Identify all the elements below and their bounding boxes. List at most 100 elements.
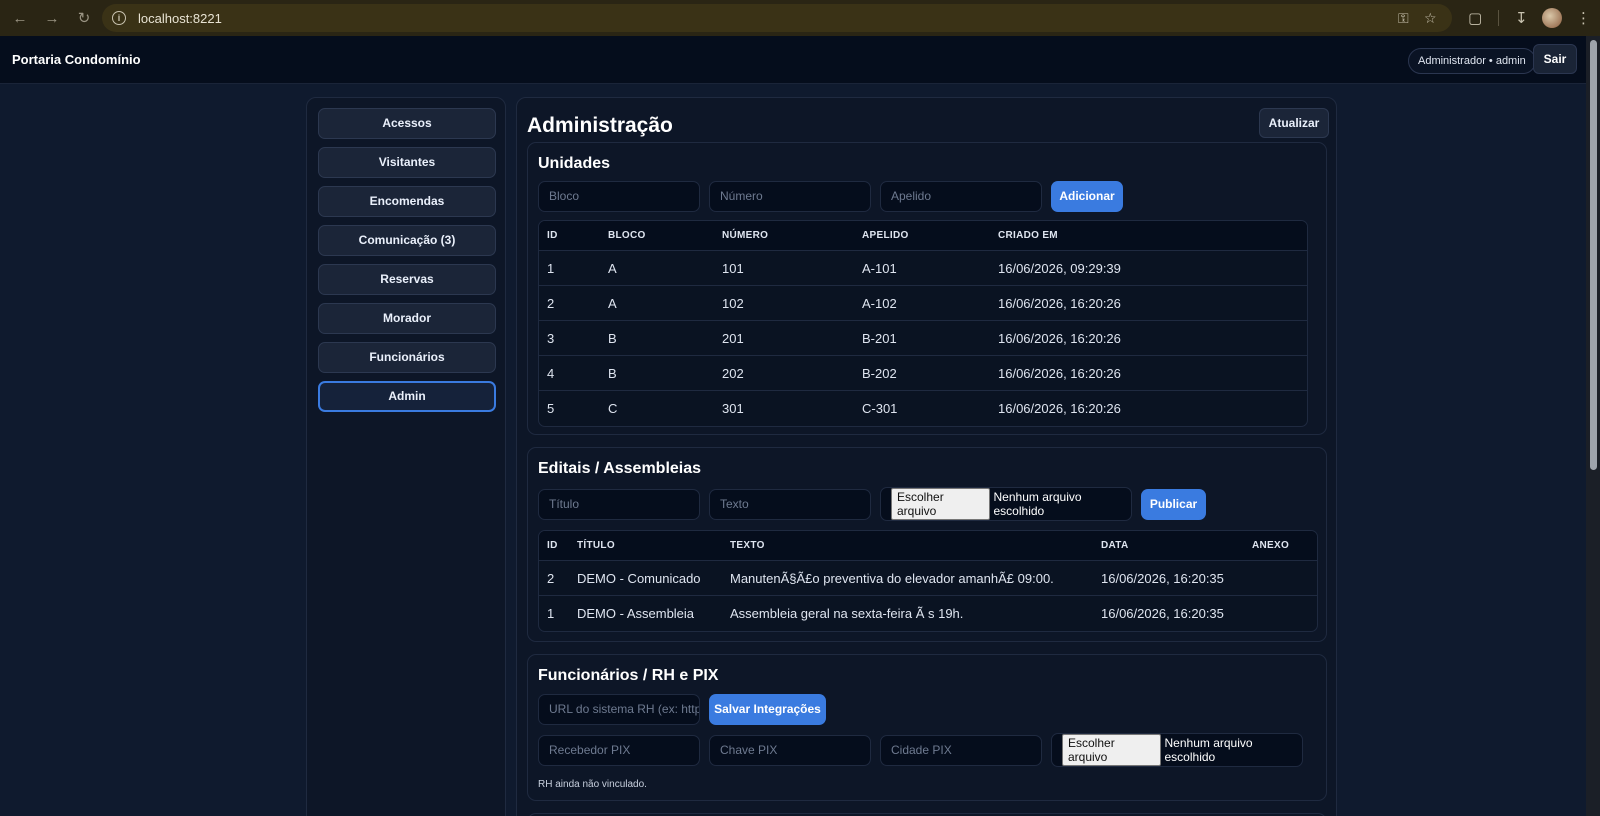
refresh-button[interactable]: Atualizar [1259,108,1329,138]
table-header: ID TÍTULO TEXTO DATA ANEXO [539,531,1317,561]
scrollbar-thumb[interactable] [1590,40,1597,470]
cell-id: 1 [547,606,555,621]
address-bar[interactable]: i localhost:8221 ⚿ ☆ [102,4,1452,32]
edital-file-input[interactable]: Escolher arquivo Nenhum arquivo escolhid… [880,487,1132,521]
cell-id: 3 [547,331,555,346]
col-apelido: APELIDO [862,230,909,241]
cell-bloco: A [608,296,617,311]
user-badge: Administrador • admin [1408,48,1536,74]
cell-texto: Assembleia geral na sexta-feira Ã s 19h. [730,606,964,621]
col-texto: TEXTO [730,540,765,551]
cell-apelido: B-201 [862,331,897,346]
back-icon[interactable]: ← [4,0,36,36]
cell-numero: 202 [722,366,744,381]
cell-titulo: DEMO - Assembleia [577,606,695,621]
address-url: localhost:8221 [138,10,222,26]
rh-status-note: RH ainda não vinculado. [538,779,647,790]
pix-file-input[interactable]: Escolher arquivo Nenhum arquivo escolhid… [1051,733,1303,767]
bloco-input[interactable]: Bloco [538,181,700,212]
download-icon[interactable]: ↧ [1515,0,1528,36]
col-id: ID [547,540,558,551]
cell-id: 2 [547,296,555,311]
chave-pix-input[interactable]: Chave PIX [709,735,871,766]
editais-table: ID TÍTULO TEXTO DATA ANEXO 2 DEMO - Comu… [538,530,1318,632]
sidebar-item-funcionarios[interactable]: Funcionários [318,342,496,373]
forward-icon[interactable]: → [36,0,68,36]
col-criado-em: CRIADO EM [998,230,1058,241]
funcionarios-card: Funcionários / RH e PIX URL do sistema R… [527,654,1327,801]
cell-bloco: A [608,261,617,276]
page-title: Administração [527,114,673,137]
texto-input[interactable]: Texto [709,489,871,520]
numero-input[interactable]: Número [709,181,871,212]
apelido-input[interactable]: Apelido [880,181,1042,212]
cell-id: 4 [547,366,555,381]
sidebar-item-comunicacao[interactable]: Comunicação (3) [318,225,496,256]
cell-titulo: DEMO - Comunicado [577,571,701,586]
funcionarios-title: Funcionários / RH e PIX [538,667,719,684]
cell-bloco: B [608,331,617,346]
file-status: Nenhum arquivo escolhido [993,490,1082,518]
choose-file-button[interactable]: Escolher arquivo [891,488,990,520]
table-row: 1 A 101 A-101 16/06/2026, 09:29:39 [539,251,1307,286]
cell-id: 5 [547,401,555,416]
sidebar: Acessos Visitantes Encomendas Comunicaçã… [306,97,506,816]
cidade-pix-input[interactable]: Cidade PIX [880,735,1042,766]
add-unit-button[interactable]: Adicionar [1051,181,1123,212]
rh-url-input[interactable]: URL do sistema RH (ex: http [538,694,700,725]
star-icon[interactable]: ☆ [1424,4,1437,32]
key-icon[interactable]: ⚿ [1398,4,1409,32]
unidades-table: ID BLOCO NÚMERO APELIDO CRIADO EM 1 A 10… [538,220,1308,427]
table-row: 1 DEMO - Assembleia Assembleia geral na … [539,596,1317,631]
cell-criado-em: 16/06/2026, 09:29:39 [998,261,1121,276]
file-status: Nenhum arquivo escolhido [1164,736,1253,764]
cell-numero: 101 [722,261,744,276]
cell-numero: 201 [722,331,744,346]
editais-card: Editais / Assembleias Título Texto Escol… [527,447,1327,642]
table-header: ID BLOCO NÚMERO APELIDO CRIADO EM [539,221,1307,251]
table-row: 3 B 201 B-201 16/06/2026, 16:20:26 [539,321,1307,356]
save-integrations-button[interactable]: Salvar Integrações [709,694,826,725]
toolbar-divider [1498,10,1499,26]
col-anexo: ANEXO [1252,540,1290,551]
sidebar-item-reservas[interactable]: Reservas [318,264,496,295]
sidebar-item-acessos[interactable]: Acessos [318,108,496,139]
sidebar-item-encomendas[interactable]: Encomendas [318,186,496,217]
cell-data: 16/06/2026, 16:20:35 [1101,571,1224,586]
app-title: Portaria Condomínio [12,52,141,67]
col-id: ID [547,230,558,241]
col-titulo: TÍTULO [577,540,615,551]
avatar [1542,8,1562,28]
cell-numero: 301 [722,401,744,416]
sidebar-item-admin[interactable]: Admin [318,381,496,412]
reload-icon[interactable]: ↻ [68,0,100,36]
cell-criado-em: 16/06/2026, 16:20:26 [998,296,1121,311]
editais-title: Editais / Assembleias [538,460,702,477]
profile-avatar[interactable] [1542,0,1562,36]
logout-button[interactable]: Sair [1533,44,1577,74]
cell-apelido: A-102 [862,296,897,311]
cell-apelido: B-202 [862,366,897,381]
sidebar-item-visitantes[interactable]: Visitantes [318,147,496,178]
site-info-icon[interactable]: i [112,11,126,25]
main-panel: Administração Atualizar Unidades Bloco N… [516,97,1337,816]
cell-bloco: C [608,401,618,416]
app-header: Portaria Condomínio Administrador • admi… [0,36,1586,84]
publish-button[interactable]: Publicar [1141,489,1206,520]
extensions-icon[interactable]: ▢ [1468,0,1482,36]
browser-menu-icon[interactable]: ⋮ [1576,0,1591,36]
cell-texto: ManutenÃ§Ã£o preventiva do elevador aman… [730,571,1054,586]
choose-file-button[interactable]: Escolher arquivo [1062,734,1161,766]
recebedor-pix-input[interactable]: Recebedor PIX [538,735,700,766]
cell-numero: 102 [722,296,744,311]
titulo-input[interactable]: Título [538,489,700,520]
cell-id: 2 [547,571,555,586]
cell-id: 1 [547,261,555,276]
table-row: 2 DEMO - Comunicado ManutenÃ§Ã£o prevent… [539,561,1317,596]
table-row: 2 A 102 A-102 16/06/2026, 16:20:26 [539,286,1307,321]
cell-criado-em: 16/06/2026, 16:20:26 [998,401,1121,416]
sidebar-item-morador[interactable]: Morador [318,303,496,334]
cell-apelido: A-101 [862,261,897,276]
unidades-card: Unidades Bloco Número Apelido Adicionar … [527,142,1327,435]
cell-data: 16/06/2026, 16:20:35 [1101,606,1224,621]
